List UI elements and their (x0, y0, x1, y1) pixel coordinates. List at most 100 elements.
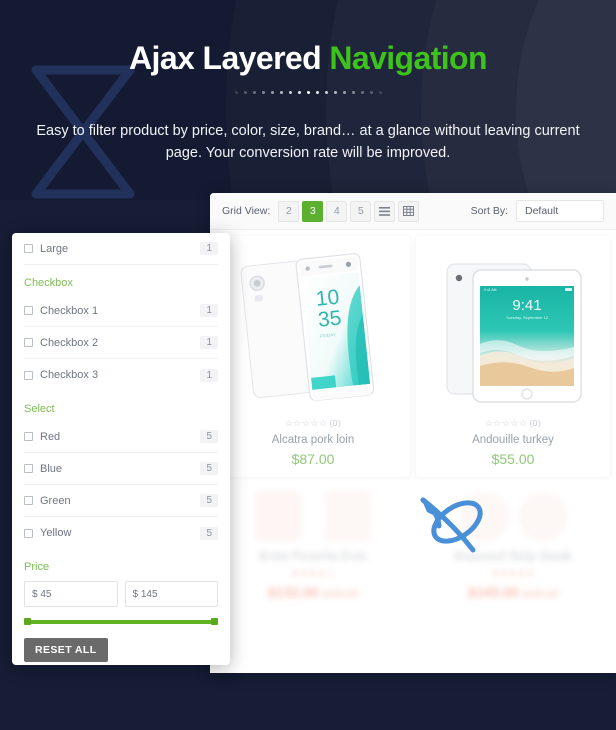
price-current: $145.00 (467, 584, 519, 600)
sort-by-select[interactable]: Default (516, 200, 604, 222)
page-title: Ajax Layered Navigation (0, 42, 616, 74)
filter-sidebar: Large 1 Checkbox Checkbox 1 1 Checkbox 2… (12, 233, 230, 665)
checkbox-icon[interactable] (24, 528, 33, 538)
svg-text:35: 35 (316, 306, 342, 331)
sort-by-label: Sort By: (470, 205, 508, 217)
filter-label: Green (40, 494, 71, 507)
table-view-icon[interactable] (398, 200, 420, 222)
filter-item-green[interactable]: Green 5 (24, 485, 218, 517)
divider-dot (297, 91, 301, 94)
blurred-product-image (222, 485, 404, 543)
slider-handle-max[interactable] (211, 618, 218, 625)
filter-label: Red (40, 430, 61, 443)
product-rating: ★★★★★ (491, 568, 535, 578)
product-card[interactable]: Enim Picanha Evin ★★★★☆ $132.00 $150.00 (216, 477, 410, 610)
grid-view-5-button[interactable]: 5 (350, 200, 372, 222)
divider-dot (378, 91, 382, 94)
divider-dot (243, 91, 247, 94)
grid-view-label: Grid View: (222, 205, 271, 217)
checkbox-icon[interactable] (24, 432, 33, 441)
price-range-slider[interactable] (24, 618, 218, 625)
filter-count: 5 (200, 462, 218, 475)
list-view-icon[interactable] (374, 200, 396, 222)
filter-count: 5 (200, 430, 218, 443)
rating-stars: ☆☆☆☆☆ (284, 418, 328, 428)
filter-label: Checkbox 1 (40, 304, 99, 317)
product-card[interactable]: 10 35 FRIDAY ☆☆☆☆☆ (0) Alcatra pork loin … (216, 236, 410, 477)
divider-dot (369, 91, 373, 94)
price-min-input[interactable]: $ 45 (24, 581, 118, 607)
filter-count: 1 (200, 304, 218, 317)
smartphone-image: 10 35 FRIDAY (222, 244, 404, 412)
price-old: $166.00 (522, 589, 559, 600)
tablet-image: 9:41 Tuesday, September 12 9:41 AM (422, 244, 604, 412)
grid-view-2-button[interactable]: 2 (278, 200, 300, 222)
product-name[interactable]: Alcatra pork loin (222, 434, 404, 446)
filter-item-yellow[interactable]: Yellow 5 (24, 517, 218, 549)
hero-banner: Ajax Layered Navigation Easy to filter p… (0, 0, 616, 200)
filter-count: 1 (200, 368, 218, 382)
hero-subtitle: Easy to filter product by price, color, … (36, 123, 580, 162)
checkbox-icon[interactable] (24, 464, 33, 473)
divider-dot (279, 91, 283, 94)
filter-item-large[interactable]: Large 1 (24, 233, 218, 265)
dot-divider (0, 90, 616, 94)
title-accent: Navigation (329, 40, 487, 76)
rating-stars: ☆☆☆☆☆ (484, 418, 528, 428)
filter-item-checkbox-1[interactable]: Checkbox 1 1 (24, 295, 218, 327)
product-rating: ☆☆☆☆☆ (0) (422, 418, 604, 429)
product-name[interactable]: Enim Picanha Evin (222, 549, 404, 563)
filter-label: Yellow (40, 527, 72, 539)
divider-dot (351, 91, 355, 94)
checkbox-icon[interactable] (24, 244, 33, 253)
filter-count: 5 (200, 494, 218, 507)
reset-all-button[interactable]: RESET ALL (24, 638, 108, 662)
price-range-inputs: $ 45 $ 145 (24, 581, 218, 607)
filter-label: Blue (40, 462, 63, 475)
checkbox-icon[interactable] (24, 496, 33, 505)
orbit-logo-icon (417, 492, 489, 554)
rating-count: (0) (329, 418, 342, 428)
filter-count: 5 (200, 526, 218, 540)
divider-dot (333, 91, 337, 94)
divider-dot (234, 91, 238, 94)
grid-view-3-button[interactable]: 3 (302, 200, 324, 222)
checkbox-icon[interactable] (24, 338, 33, 347)
divider-dot (288, 91, 292, 94)
divider-dot (324, 91, 328, 94)
divider-dot (252, 91, 256, 94)
filter-count: 1 (200, 336, 218, 349)
shop-panel: Grid View: 2 3 4 5 Sort By: Default 10 3… (210, 193, 616, 673)
product-rating: ★★★★☆ (291, 568, 335, 578)
product-price: $87.00 (291, 451, 335, 467)
checkbox-icon[interactable] (24, 370, 33, 380)
filter-label: Checkbox 3 (40, 369, 99, 381)
filter-group-title: Checkbox (24, 277, 73, 289)
product-price: $55.00 (491, 451, 535, 467)
price-max-input[interactable]: $ 145 (124, 581, 218, 607)
background-arc (516, 0, 616, 200)
divider-dot (342, 91, 346, 94)
svg-text:Tuesday, September 12: Tuesday, September 12 (506, 315, 549, 320)
product-grid-row: 10 35 FRIDAY ☆☆☆☆☆ (0) Alcatra pork loin … (210, 230, 616, 477)
checkbox-icon[interactable] (24, 306, 33, 315)
product-toolbar: Grid View: 2 3 4 5 Sort By: Default (210, 193, 616, 230)
filter-item-blue[interactable]: Blue 5 (24, 453, 218, 485)
divider-dot (261, 91, 265, 94)
product-price: $132.00 $150.00 (222, 584, 404, 600)
filter-label: Checkbox 2 (40, 336, 99, 349)
grid-view-4-button[interactable]: 4 (326, 200, 348, 222)
product-name[interactable]: Andouille turkey (422, 434, 604, 446)
filter-item-checkbox-2[interactable]: Checkbox 2 1 (24, 327, 218, 359)
price-old: $150.00 (322, 589, 359, 600)
filter-item-red[interactable]: Red 5 (24, 421, 218, 453)
svg-text:9:41 AM: 9:41 AM (484, 288, 497, 292)
price-current: $132.00 (267, 584, 319, 600)
filter-item-checkbox-3[interactable]: Checkbox 3 1 (24, 359, 218, 391)
slider-handle-min[interactable] (24, 618, 31, 625)
product-card[interactable]: 9:41 Tuesday, September 12 9:41 AM ☆☆☆☆☆… (416, 236, 610, 477)
price-filter-title: Price (24, 561, 50, 573)
filter-group-title: Select (24, 403, 55, 415)
filter-label: Large (40, 242, 69, 255)
svg-text:9:41: 9:41 (512, 297, 541, 314)
